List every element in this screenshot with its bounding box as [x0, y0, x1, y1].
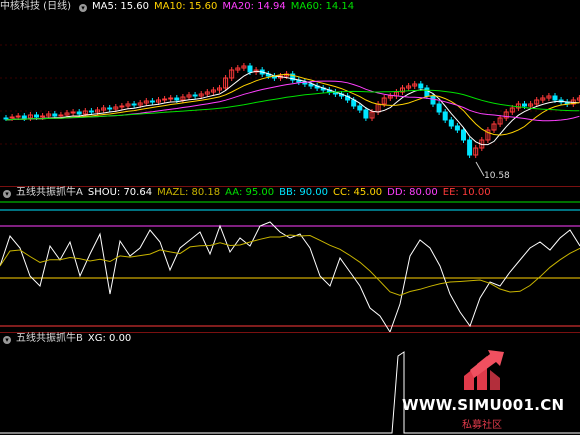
candle-body	[247, 65, 253, 73]
shou-label: SHOU: 70.64	[87, 187, 153, 198]
ma20-label: MA20: 14.94	[222, 1, 286, 12]
candle-body	[436, 103, 442, 113]
candle-body	[40, 115, 46, 118]
candle-body	[454, 125, 460, 131]
indicator-a-title: 五线共振抓牛A	[16, 187, 83, 198]
dd-label: DD: 80.00	[387, 187, 438, 198]
candle-body	[467, 139, 473, 156]
ma5-label: MA5: 15.60	[91, 1, 149, 12]
candle-body	[9, 116, 15, 119]
indicator-b-title: 五线共振抓牛B	[16, 333, 83, 344]
indicator-a-chart[interactable]	[0, 186, 580, 332]
candle-body	[58, 114, 64, 117]
candle-body	[357, 105, 363, 111]
ee-label: EE: 10.00	[442, 187, 491, 198]
candle-body	[15, 115, 21, 118]
ma20-line	[5, 80, 580, 122]
candle-body	[448, 119, 454, 127]
candle-body	[149, 100, 155, 103]
candle-body	[52, 113, 58, 117]
candle-body	[424, 87, 430, 97]
cc-label: CC: 45.00	[333, 187, 383, 198]
candle-body	[418, 83, 424, 89]
watermark-logo-icon	[464, 350, 504, 390]
ma60-label: MA60: 14.14	[290, 1, 355, 12]
indicator-a-panel[interactable]: ▾ 五线共振抓牛A SHOU: 70.64 MAZL: 80.18 AA: 95.00 B…	[0, 186, 580, 332]
candle-body	[3, 117, 9, 120]
mazl-label: MAZL: 80.18	[157, 187, 221, 198]
indicator-b-header: ▾ 五线共振抓牛B XG: 0.00	[0, 332, 136, 346]
settings-circle-icon[interactable]: ▾	[3, 190, 11, 198]
stock-title: 中核科技 (日线)	[0, 1, 71, 12]
price-panel-header: 中核科技 (日线) ▾ MA5: 15.60 MA10: 15.60 MA20: 14.…	[0, 0, 359, 14]
candle-body	[21, 115, 27, 119]
candle-body	[119, 105, 125, 108]
candle-body	[88, 110, 94, 113]
ma10-label: MA10: 15.60	[154, 1, 218, 12]
indicator-a-header: ▾ 五线共振抓牛A SHOU: 70.64 MAZL: 80.18 AA: 95.00 B…	[0, 186, 496, 200]
mazl-line	[0, 234, 580, 296]
candle-body	[34, 114, 39, 118]
watermark-sub: 私募社区	[462, 420, 502, 431]
price-panel[interactable]: 中核科技 (日线) ▾ MA5: 15.60 MA10: 15.60 MA20: 14.…	[0, 0, 580, 186]
shou-line	[0, 221, 580, 332]
bb-label: BB: 90.00	[279, 187, 329, 198]
candle-body	[363, 109, 369, 119]
candle-body	[552, 95, 558, 101]
candle-body	[107, 107, 113, 110]
candle-body	[430, 95, 436, 105]
watermark: WWW.SIMU001.CN 私募社区	[400, 350, 580, 435]
settings-circle-icon[interactable]: ▾	[78, 4, 87, 12]
candle-body	[442, 111, 448, 121]
candle-body	[168, 97, 174, 100]
watermark-url: WWW.SIMU001.CN	[402, 396, 565, 414]
candle-body	[131, 103, 137, 106]
settings-circle-icon[interactable]: ▾	[3, 336, 11, 344]
candle-body	[522, 103, 527, 107]
xg-label: XG: 0.00	[87, 333, 132, 344]
candle-body	[192, 94, 198, 97]
candle-body	[174, 97, 180, 101]
candle-body	[76, 111, 82, 115]
candle-body	[70, 111, 76, 114]
aa-label: AA: 95.00	[225, 187, 275, 198]
candlestick-chart[interactable]	[0, 0, 580, 186]
candle-body	[461, 129, 466, 141]
candle-body	[162, 98, 168, 101]
low-price-label: 10.58	[484, 171, 510, 181]
low-marker-line	[475, 161, 485, 177]
